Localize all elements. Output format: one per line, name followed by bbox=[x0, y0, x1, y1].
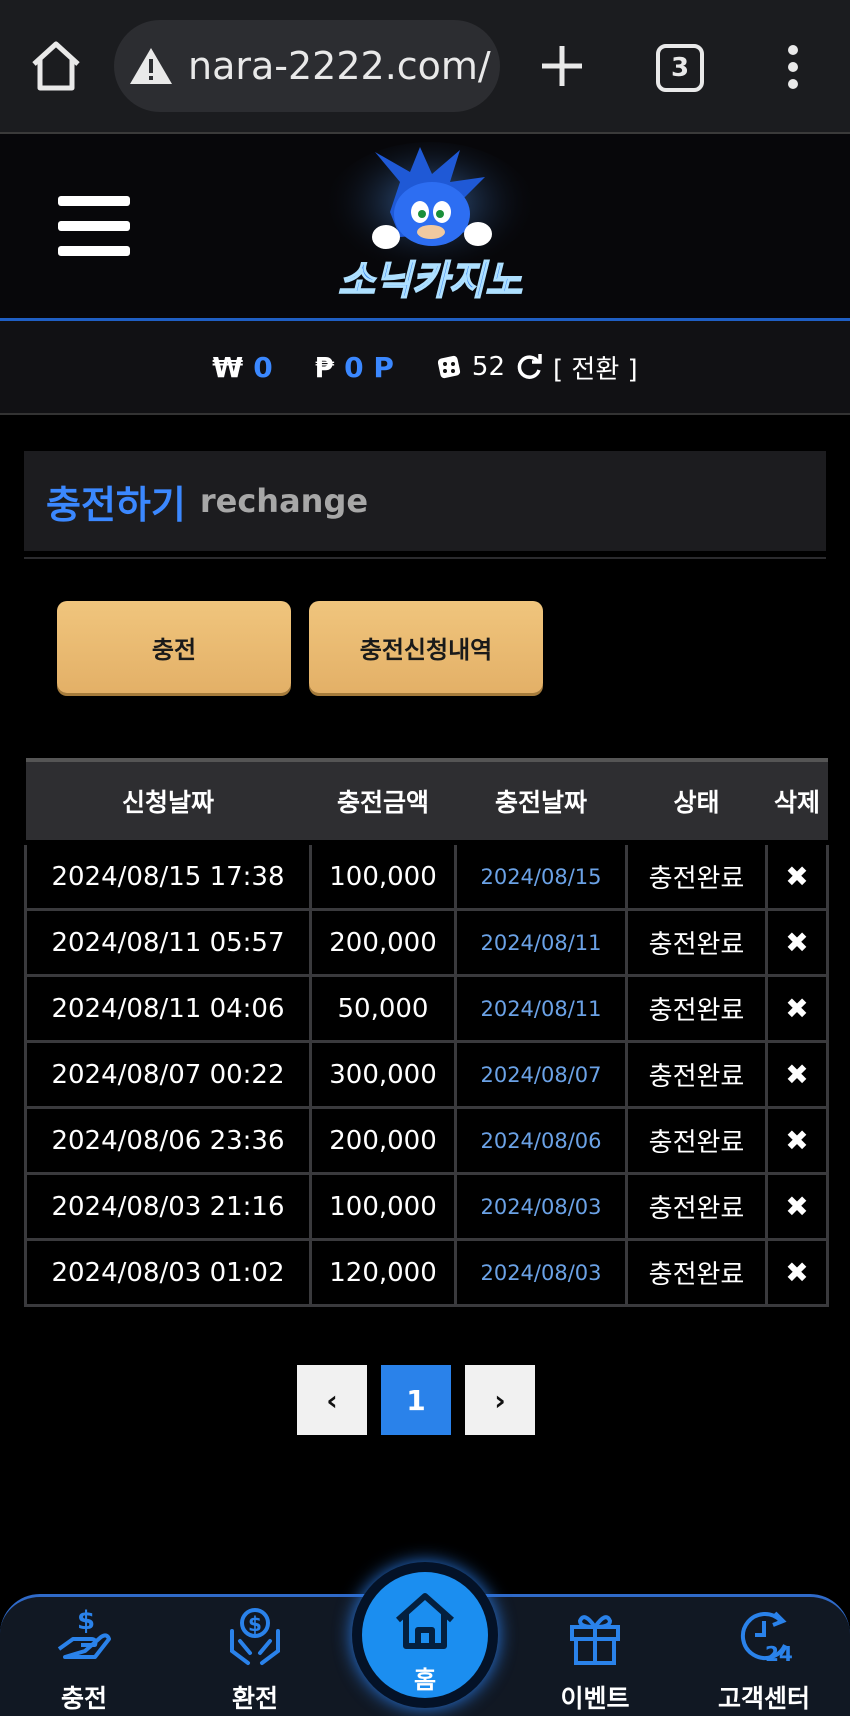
nav-charge[interactable]: $ 충전 bbox=[24, 1597, 144, 1716]
status: 충전완료 bbox=[625, 840, 768, 911]
charge-date: 2024/08/03 bbox=[454, 1172, 628, 1241]
dice-icon bbox=[437, 355, 461, 379]
charge-hand-icon: $ bbox=[57, 1606, 111, 1659]
won-symbol: ₩ bbox=[212, 350, 244, 384]
section-title-ko: 충전하기 bbox=[46, 482, 186, 527]
amount: 120,000 bbox=[309, 1238, 457, 1307]
charge-history-table: 신청날짜 충전금액 충전날짜 상태 삭제 2024/08/15 17:38 10… bbox=[24, 758, 829, 1307]
new-tab-icon[interactable] bbox=[538, 42, 586, 90]
house-icon bbox=[396, 1593, 454, 1649]
switch-link[interactable]: [ 전환 ] bbox=[553, 349, 638, 386]
table-row: 2024/08/03 21:16 100,000 2024/08/03 충전완료… bbox=[24, 1172, 829, 1241]
table-row: 2024/08/11 04:06 50,000 2024/08/11 충전완료 … bbox=[24, 974, 829, 1043]
dice-count: 52 bbox=[471, 352, 506, 382]
amount: 100,000 bbox=[309, 840, 457, 911]
status: 충전완료 bbox=[625, 1238, 768, 1307]
more-menu-icon[interactable] bbox=[786, 44, 800, 90]
balance-bar: ₩ 0 ₱ 0 P 52 [ 전환 ] bbox=[0, 321, 850, 415]
point-balance: 0 P bbox=[344, 350, 394, 384]
nav-exchange[interactable]: $ 환전 bbox=[195, 1597, 315, 1716]
charge-button[interactable]: 충전 bbox=[57, 601, 291, 693]
amount: 300,000 bbox=[309, 1040, 457, 1109]
table-row: 2024/08/11 05:57 200,000 2024/08/11 충전완료… bbox=[24, 908, 829, 977]
divider bbox=[24, 557, 826, 559]
delete-icon[interactable]: ✖ bbox=[765, 1172, 829, 1241]
table-row: 2024/08/03 01:02 120,000 2024/08/03 충전완료… bbox=[24, 1238, 829, 1307]
charge-date: 2024/08/03 bbox=[454, 1238, 628, 1307]
status: 충전완료 bbox=[625, 1040, 768, 1109]
svg-text:$: $ bbox=[77, 1606, 95, 1636]
request-date: 2024/08/07 00:22 bbox=[24, 1040, 312, 1109]
delete-icon[interactable]: ✖ bbox=[765, 908, 829, 977]
prev-page-button[interactable]: ‹ bbox=[297, 1365, 367, 1435]
refresh-icon[interactable] bbox=[515, 353, 543, 381]
charge-date: 2024/08/11 bbox=[454, 908, 628, 977]
next-page-button[interactable]: › bbox=[465, 1365, 535, 1435]
nav-home-label: 홈 bbox=[413, 1666, 437, 1694]
svg-text:$: $ bbox=[248, 1612, 262, 1636]
charge-history-button[interactable]: 충전신청내역 bbox=[309, 601, 543, 693]
charge-date: 2024/08/06 bbox=[454, 1106, 628, 1175]
site-logo[interactable]: 소닉카지노 bbox=[300, 142, 560, 312]
logo-text: 소닉카지노 bbox=[338, 258, 522, 304]
delete-icon[interactable]: ✖ bbox=[765, 1040, 829, 1109]
charge-date: 2024/08/15 bbox=[454, 840, 628, 911]
section-title-en: rechange bbox=[199, 482, 369, 520]
header-delete: 삭제 bbox=[766, 758, 828, 843]
amount: 50,000 bbox=[309, 974, 457, 1043]
status: 충전완료 bbox=[625, 1172, 768, 1241]
charge-date: 2024/08/07 bbox=[454, 1040, 628, 1109]
header-charge-date: 충전날짜 bbox=[455, 758, 627, 843]
point-symbol: ₱ bbox=[314, 350, 335, 384]
page-1-button[interactable]: 1 bbox=[381, 1365, 451, 1435]
address-bar[interactable]: nara-2222.com/ bbox=[114, 20, 500, 112]
won-balance: 0 bbox=[253, 350, 273, 384]
table-row: 2024/08/07 00:22 300,000 2024/08/07 충전완료… bbox=[24, 1040, 829, 1109]
table-header-row: 신청날짜 충전금액 충전날짜 상태 삭제 bbox=[25, 758, 828, 843]
request-date: 2024/08/03 01:02 bbox=[24, 1238, 312, 1307]
request-date: 2024/08/06 23:36 bbox=[24, 1106, 312, 1175]
amount: 200,000 bbox=[309, 908, 457, 977]
nav-charge-label: 충전 bbox=[60, 1684, 107, 1713]
delete-icon[interactable]: ✖ bbox=[765, 974, 829, 1043]
request-date: 2024/08/11 05:57 bbox=[24, 908, 312, 977]
status: 충전완료 bbox=[625, 908, 768, 977]
request-date: 2024/08/03 21:16 bbox=[24, 1172, 312, 1241]
header-status: 상태 bbox=[626, 758, 767, 843]
svg-text:24: 24 bbox=[765, 1642, 793, 1666]
request-date: 2024/08/15 17:38 bbox=[24, 840, 312, 911]
gift-icon bbox=[570, 1615, 620, 1665]
nav-event[interactable]: 이벤트 bbox=[535, 1597, 655, 1716]
site-header: 소닉카지노 bbox=[0, 134, 850, 321]
status: 충전완료 bbox=[625, 974, 768, 1043]
tab-switcher[interactable]: 3 bbox=[656, 44, 704, 92]
nav-support-label: 고객센터 bbox=[717, 1684, 810, 1713]
warning-icon bbox=[130, 48, 172, 84]
home-icon[interactable] bbox=[28, 40, 84, 92]
delete-icon[interactable]: ✖ bbox=[765, 1106, 829, 1175]
request-date: 2024/08/11 04:06 bbox=[24, 974, 312, 1043]
nav-event-label: 이벤트 bbox=[560, 1684, 630, 1713]
table-row: 2024/08/15 17:38 100,000 2024/08/15 충전완료… bbox=[24, 840, 829, 911]
hamburger-menu-icon[interactable] bbox=[58, 196, 130, 260]
support-24-icon: 24 bbox=[740, 1611, 793, 1666]
delete-icon[interactable]: ✖ bbox=[765, 1238, 829, 1307]
amount: 200,000 bbox=[309, 1106, 457, 1175]
amount: 100,000 bbox=[309, 1172, 457, 1241]
url-text: nara-2222.com/ bbox=[188, 44, 491, 88]
section-header: 충전하기 rechange bbox=[24, 451, 826, 551]
status: 충전완료 bbox=[625, 1106, 768, 1175]
table-row: 2024/08/06 23:36 200,000 2024/08/06 충전완료… bbox=[24, 1106, 829, 1175]
browser-toolbar: nara-2222.com/ 3 bbox=[0, 0, 850, 134]
exchange-hands-icon: $ bbox=[230, 1608, 280, 1665]
nav-support[interactable]: 24 고객센터 bbox=[704, 1597, 824, 1716]
nav-home-button[interactable]: 홈 bbox=[362, 1572, 488, 1698]
header-amount: 충전금액 bbox=[310, 758, 456, 843]
delete-icon[interactable]: ✖ bbox=[765, 840, 829, 911]
header-request-date: 신청날짜 bbox=[25, 758, 311, 843]
pagination: ‹ 1 › bbox=[297, 1365, 535, 1435]
charge-date: 2024/08/11 bbox=[454, 974, 628, 1043]
nav-exchange-label: 환전 bbox=[231, 1684, 278, 1713]
nav-home[interactable]: 홈 bbox=[352, 1562, 498, 1708]
